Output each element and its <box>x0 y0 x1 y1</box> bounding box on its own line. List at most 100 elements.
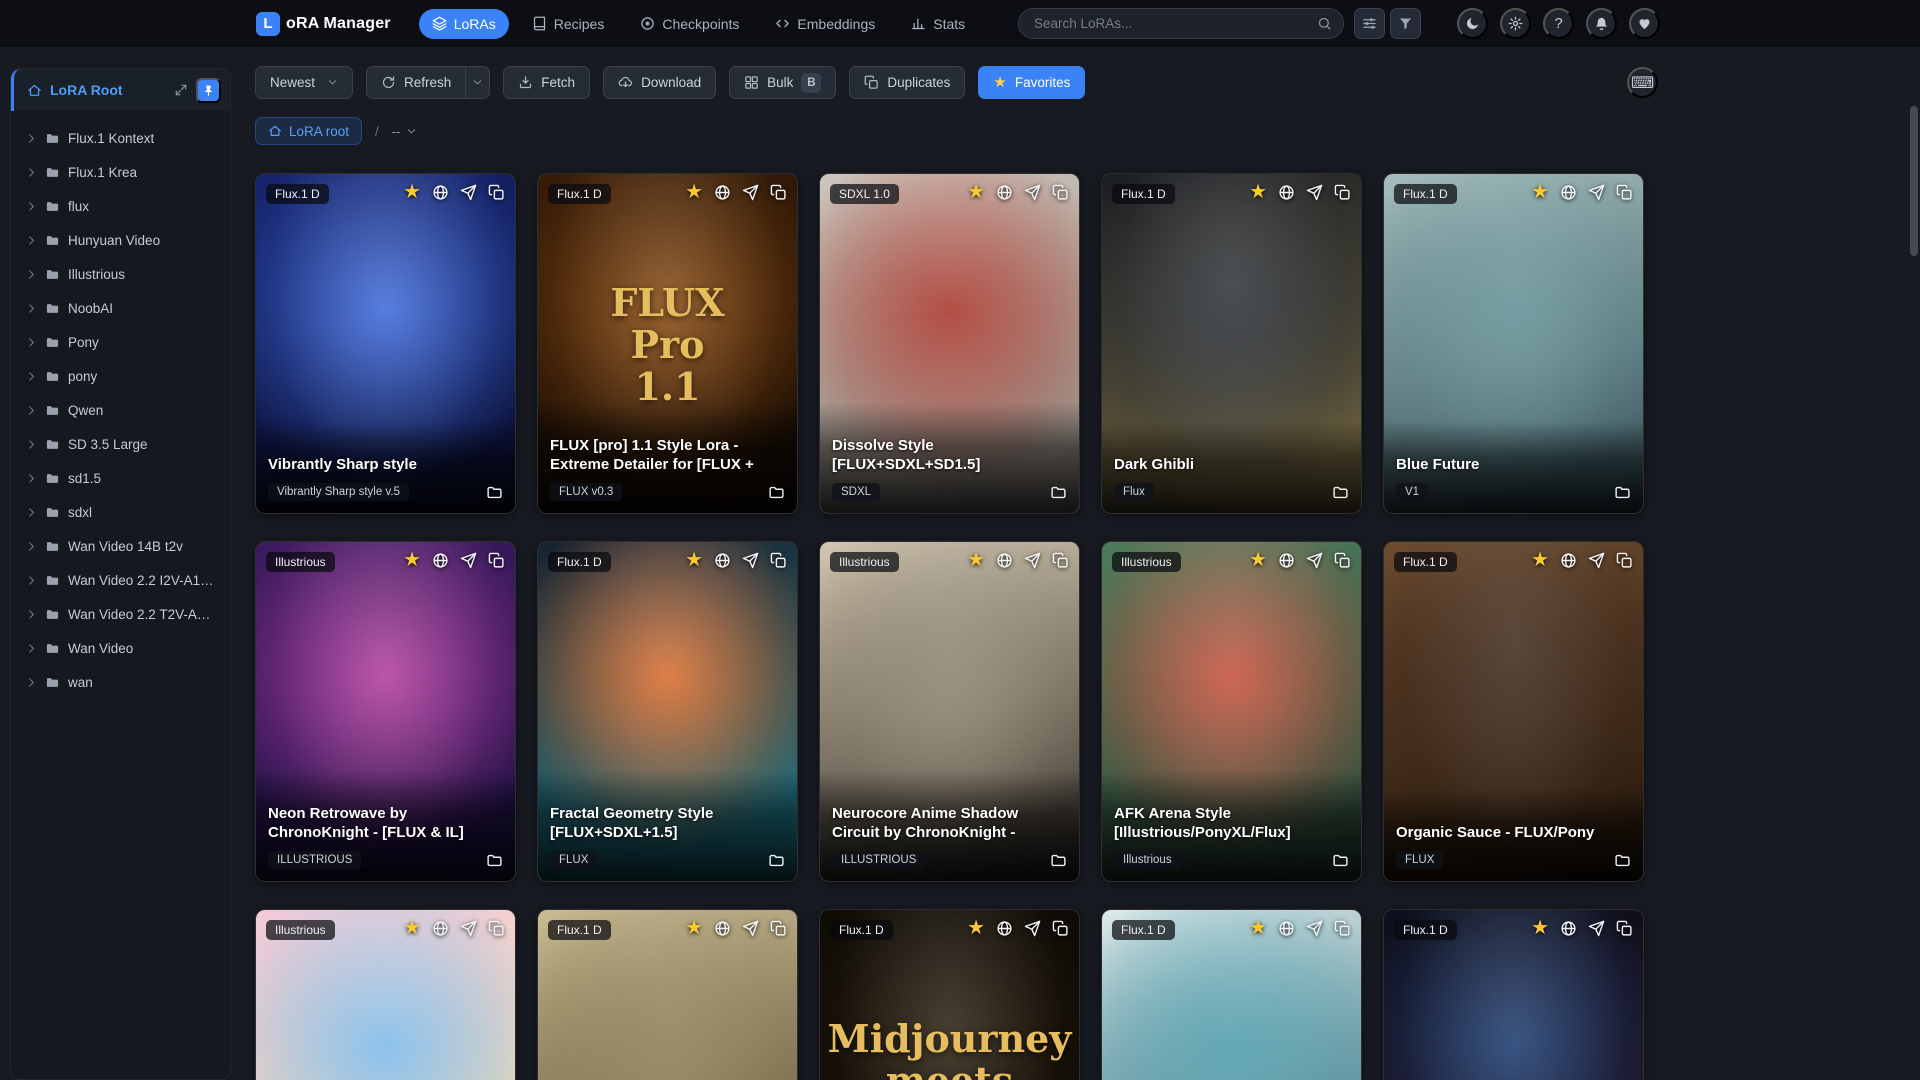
scrollbar-thumb[interactable] <box>1910 106 1918 256</box>
copy-icon[interactable] <box>488 184 505 201</box>
favorite-star-icon[interactable]: ★ <box>403 918 421 938</box>
refresh-menu-button[interactable] <box>466 66 491 99</box>
lora-card[interactable]: Flux.1 D ★ Fractal Geometry Style [FLUX+… <box>537 541 798 882</box>
chevron-right-icon[interactable] <box>26 643 37 654</box>
globe-icon[interactable] <box>1560 184 1577 201</box>
sidebar-root-header[interactable]: LoRA Root <box>11 69 230 111</box>
chevron-right-icon[interactable] <box>26 609 37 620</box>
nav-item-loras[interactable]: LoRAs <box>418 8 509 39</box>
favorite-star-icon[interactable]: ★ <box>1531 918 1549 938</box>
chevron-right-icon[interactable] <box>26 541 37 552</box>
lora-card[interactable]: Flux.1 D ★ <box>537 909 798 1080</box>
folder-open-icon[interactable] <box>768 484 785 501</box>
sidebar-folder-item[interactable]: pony <box>17 359 224 393</box>
chevron-right-icon[interactable] <box>26 201 37 212</box>
chevron-right-icon[interactable] <box>26 235 37 246</box>
sidebar-folder-item[interactable]: Wan Video 2.2 I2V-A14B <box>17 563 224 597</box>
globe-icon[interactable] <box>432 552 449 569</box>
chevron-right-icon[interactable] <box>26 439 37 450</box>
copy-icon[interactable] <box>1052 184 1069 201</box>
globe-icon[interactable] <box>714 920 731 937</box>
copy-icon[interactable] <box>488 920 505 937</box>
lora-card[interactable]: SDXL 1.0 ★ Dissolve Style [FLUX+SDXL+SD1… <box>819 173 1080 514</box>
sidebar-folder-item[interactable]: Qwen <box>17 393 224 427</box>
favorite-star-icon[interactable]: ★ <box>1249 918 1267 938</box>
duplicates-button[interactable]: Duplicates <box>849 66 966 99</box>
sidebar-folder-item[interactable]: sd1.5 <box>17 461 224 495</box>
search-input[interactable] <box>1018 8 1344 39</box>
favorite-star-icon[interactable]: ★ <box>685 182 703 202</box>
globe-icon[interactable] <box>714 552 731 569</box>
copy-icon[interactable] <box>1616 184 1633 201</box>
help-button[interactable]: ? <box>1543 8 1574 39</box>
folder-open-icon[interactable] <box>768 852 785 869</box>
nav-item-recipes[interactable]: Recipes <box>519 9 618 39</box>
sidebar-folder-item[interactable]: Hunyuan Video <box>17 223 224 257</box>
lora-card[interactable]: Illustrious ★ <box>255 909 516 1080</box>
nav-item-checkpoints[interactable]: Checkpoints <box>627 9 752 39</box>
folder-open-icon[interactable] <box>1050 852 1067 869</box>
send-icon[interactable] <box>1306 184 1323 201</box>
send-icon[interactable] <box>1588 920 1605 937</box>
sidebar-folder-item[interactable]: SD 3.5 Large <box>17 427 224 461</box>
favorites-filter-button[interactable]: ★ Favorites <box>978 66 1086 99</box>
copy-icon[interactable] <box>1334 552 1351 569</box>
expand-all-icon[interactable] <box>174 83 188 97</box>
sidebar-folder-item[interactable]: Flux.1 Krea <box>17 155 224 189</box>
copy-icon[interactable] <box>1334 184 1351 201</box>
chevron-right-icon[interactable] <box>26 473 37 484</box>
bulk-button[interactable]: Bulk B <box>729 66 837 99</box>
lora-card[interactable]: Flux.1 D ★ <box>1101 909 1362 1080</box>
favorite-star-icon[interactable]: ★ <box>1531 182 1549 202</box>
favorite-star-icon[interactable]: ★ <box>967 182 985 202</box>
globe-icon[interactable] <box>1278 552 1295 569</box>
refresh-button[interactable]: Refresh <box>366 66 467 99</box>
favorite-star-icon[interactable]: ★ <box>1249 550 1267 570</box>
globe-icon[interactable] <box>996 920 1013 937</box>
favorite-star-icon[interactable]: ★ <box>1531 550 1549 570</box>
sidebar-folder-item[interactable]: Wan Video <box>17 631 224 665</box>
globe-icon[interactable] <box>432 920 449 937</box>
copy-icon[interactable] <box>488 552 505 569</box>
lora-card[interactable]: Flux.1 D ★ Organic Sauce - FLUX/Pony FLU… <box>1383 541 1644 882</box>
globe-icon[interactable] <box>1560 552 1577 569</box>
send-icon[interactable] <box>742 184 759 201</box>
lora-card[interactable]: Illustrious ★ Neurocore Anime Shadow Cir… <box>819 541 1080 882</box>
lora-card[interactable]: Flux.1 D ★ Dark Ghibli Flux <box>1101 173 1362 514</box>
sort-select[interactable]: Newest <box>255 66 354 99</box>
folder-open-icon[interactable] <box>1614 484 1631 501</box>
globe-icon[interactable] <box>1278 920 1295 937</box>
chevron-right-icon[interactable] <box>26 167 37 178</box>
send-icon[interactable] <box>1024 184 1041 201</box>
globe-icon[interactable] <box>432 184 449 201</box>
search-icon[interactable] <box>1317 16 1332 31</box>
lora-card[interactable]: Flux.1 D ★ Blue Future V1 <box>1383 173 1644 514</box>
globe-icon[interactable] <box>1560 920 1577 937</box>
send-icon[interactable] <box>460 184 477 201</box>
chevron-right-icon[interactable] <box>26 405 37 416</box>
favorite-star-icon[interactable]: ★ <box>1249 182 1267 202</box>
copy-icon[interactable] <box>770 920 787 937</box>
lora-card[interactable]: Flux.1 D ★ Vibrantly Sharp style Vibrant… <box>255 173 516 514</box>
send-icon[interactable] <box>742 920 759 937</box>
folder-open-icon[interactable] <box>486 484 503 501</box>
sidebar-folder-item[interactable]: Wan Video 14B t2v <box>17 529 224 563</box>
send-icon[interactable] <box>460 552 477 569</box>
sidebar-folder-item[interactable]: Illustrious <box>17 257 224 291</box>
sidebar-folder-item[interactable]: Wan Video 2.2 T2V-A14B <box>17 597 224 631</box>
send-icon[interactable] <box>1588 184 1605 201</box>
sidebar-folder-item[interactable]: Flux.1 Kontext <box>17 121 224 155</box>
sidebar-folder-item[interactable]: flux <box>17 189 224 223</box>
chevron-right-icon[interactable] <box>26 575 37 586</box>
copy-icon[interactable] <box>770 184 787 201</box>
folder-open-icon[interactable] <box>1332 484 1349 501</box>
filter-funnel-button[interactable] <box>1390 8 1421 39</box>
keyboard-shortcuts-button[interactable]: ⌨ <box>1627 67 1658 98</box>
lora-card[interactable]: Flux.1 D ★ <box>1383 909 1644 1080</box>
fetch-button[interactable]: Fetch <box>503 66 591 99</box>
folder-open-icon[interactable] <box>1614 852 1631 869</box>
favorite-star-icon[interactable]: ★ <box>967 550 985 570</box>
chevron-right-icon[interactable] <box>26 507 37 518</box>
favorite-star-icon[interactable]: ★ <box>403 182 421 202</box>
lora-card[interactable]: Midjourney meets FLUX Flux.1 D ★ <box>819 909 1080 1080</box>
